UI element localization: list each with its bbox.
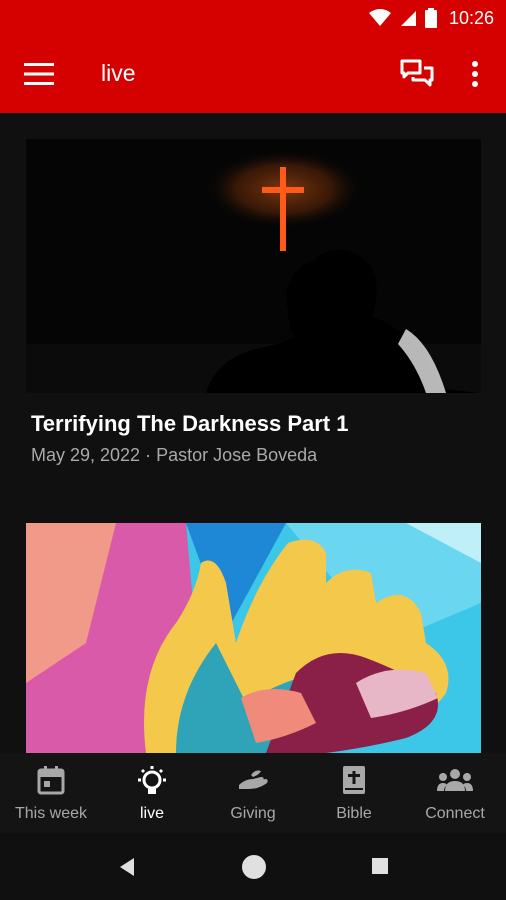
- nav-item-bible[interactable]: Bible: [304, 753, 404, 833]
- back-icon[interactable]: [118, 857, 136, 877]
- recents-icon[interactable]: [371, 857, 389, 875]
- bottom-nav: This week live Giving Bible Connect: [0, 753, 506, 833]
- page-title: live: [101, 60, 136, 86]
- sermon-thumbnail[interactable]: [26, 139, 481, 393]
- bible-icon: [343, 766, 365, 794]
- wifi-icon: [368, 9, 391, 26]
- nav-item-this-week[interactable]: This week: [1, 753, 101, 833]
- nav-item-connect[interactable]: Connect: [405, 753, 505, 833]
- system-nav-bar: [0, 833, 506, 900]
- chat-icon[interactable]: [400, 58, 434, 90]
- home-icon[interactable]: [240, 853, 268, 881]
- group-icon: [437, 769, 473, 791]
- status-time: 10:26: [448, 7, 494, 28]
- nav-label-giving: Giving: [230, 805, 276, 822]
- status-bar: 10:26: [0, 0, 506, 36]
- nav-label-bible: Bible: [336, 805, 372, 822]
- nav-label-live: live: [139, 805, 164, 822]
- sermon-thumbnail-2[interactable]: [26, 523, 481, 753]
- lightbulb-icon: [138, 766, 166, 794]
- app-bar: live: [0, 36, 506, 113]
- giving-hand-icon: [239, 770, 268, 789]
- cell-signal-icon: [400, 11, 416, 26]
- sermon-title[interactable]: Terrifying The Darkness Part 1: [31, 411, 349, 437]
- calendar-icon: [37, 766, 65, 795]
- more-options-icon[interactable]: [464, 58, 486, 90]
- menu-icon[interactable]: [24, 62, 54, 86]
- nav-item-live[interactable]: live: [102, 753, 202, 833]
- nav-label-connect: Connect: [425, 805, 485, 822]
- nav-item-giving[interactable]: Giving: [203, 753, 303, 833]
- battery-icon: [424, 8, 437, 28]
- nav-label-this-week: This week: [14, 805, 88, 822]
- sermon-meta: May 29, 2022 · Pastor Jose Boveda: [31, 445, 318, 465]
